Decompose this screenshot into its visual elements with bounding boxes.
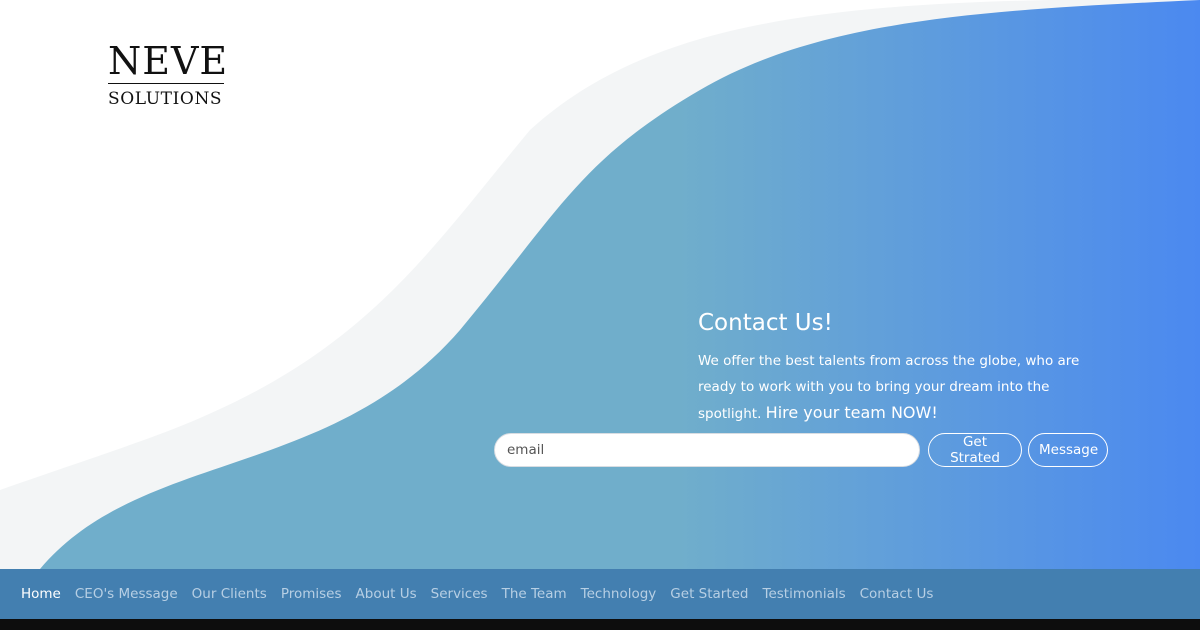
nav-item-services[interactable]: Services <box>424 569 495 619</box>
message-button[interactable]: Message <box>1028 433 1108 467</box>
logo-sub-text: SOLUTIONS <box>108 89 223 109</box>
nav-item-about-us[interactable]: About Us <box>349 569 424 619</box>
contact-section: Contact Us! We offer the best talents fr… <box>698 306 1118 427</box>
nav-list: Home CEO's Message Our Clients Promises Abou… <box>0 569 1200 619</box>
contact-highlight: Hire your team NOW! <box>765 403 938 422</box>
nav-item-our-clients[interactable]: Our Clients <box>185 569 274 619</box>
logo-main-text: NEVE <box>108 39 229 84</box>
get-started-button[interactable]: Get Strated <box>928 433 1022 467</box>
logo[interactable]: NEVE SOLUTIONS <box>108 39 229 110</box>
nav-item-home[interactable]: Home <box>14 569 68 619</box>
nav-item-get-started[interactable]: Get Started <box>663 569 755 619</box>
page: NEVE SOLUTIONS Contact Us! We offer the … <box>0 0 1200 630</box>
nav-item-promises[interactable]: Promises <box>274 569 349 619</box>
contact-description: We offer the best talents from across th… <box>698 348 1108 427</box>
nav-item-the-team[interactable]: The Team <box>495 569 574 619</box>
nav-item-contact-us[interactable]: Contact Us <box>853 569 941 619</box>
nav-item-ceo-s-message[interactable]: CEO's Message <box>68 569 185 619</box>
email-input[interactable] <box>494 433 920 467</box>
contact-title: Contact Us! <box>698 310 833 336</box>
bottom-bar <box>0 619 1200 630</box>
nav-item-technology[interactable]: Technology <box>574 569 664 619</box>
bottom-navbar: Home CEO's Message Our Clients Promises Abou… <box>0 569 1200 619</box>
nav-item-testimonials[interactable]: Testimonials <box>756 569 853 619</box>
